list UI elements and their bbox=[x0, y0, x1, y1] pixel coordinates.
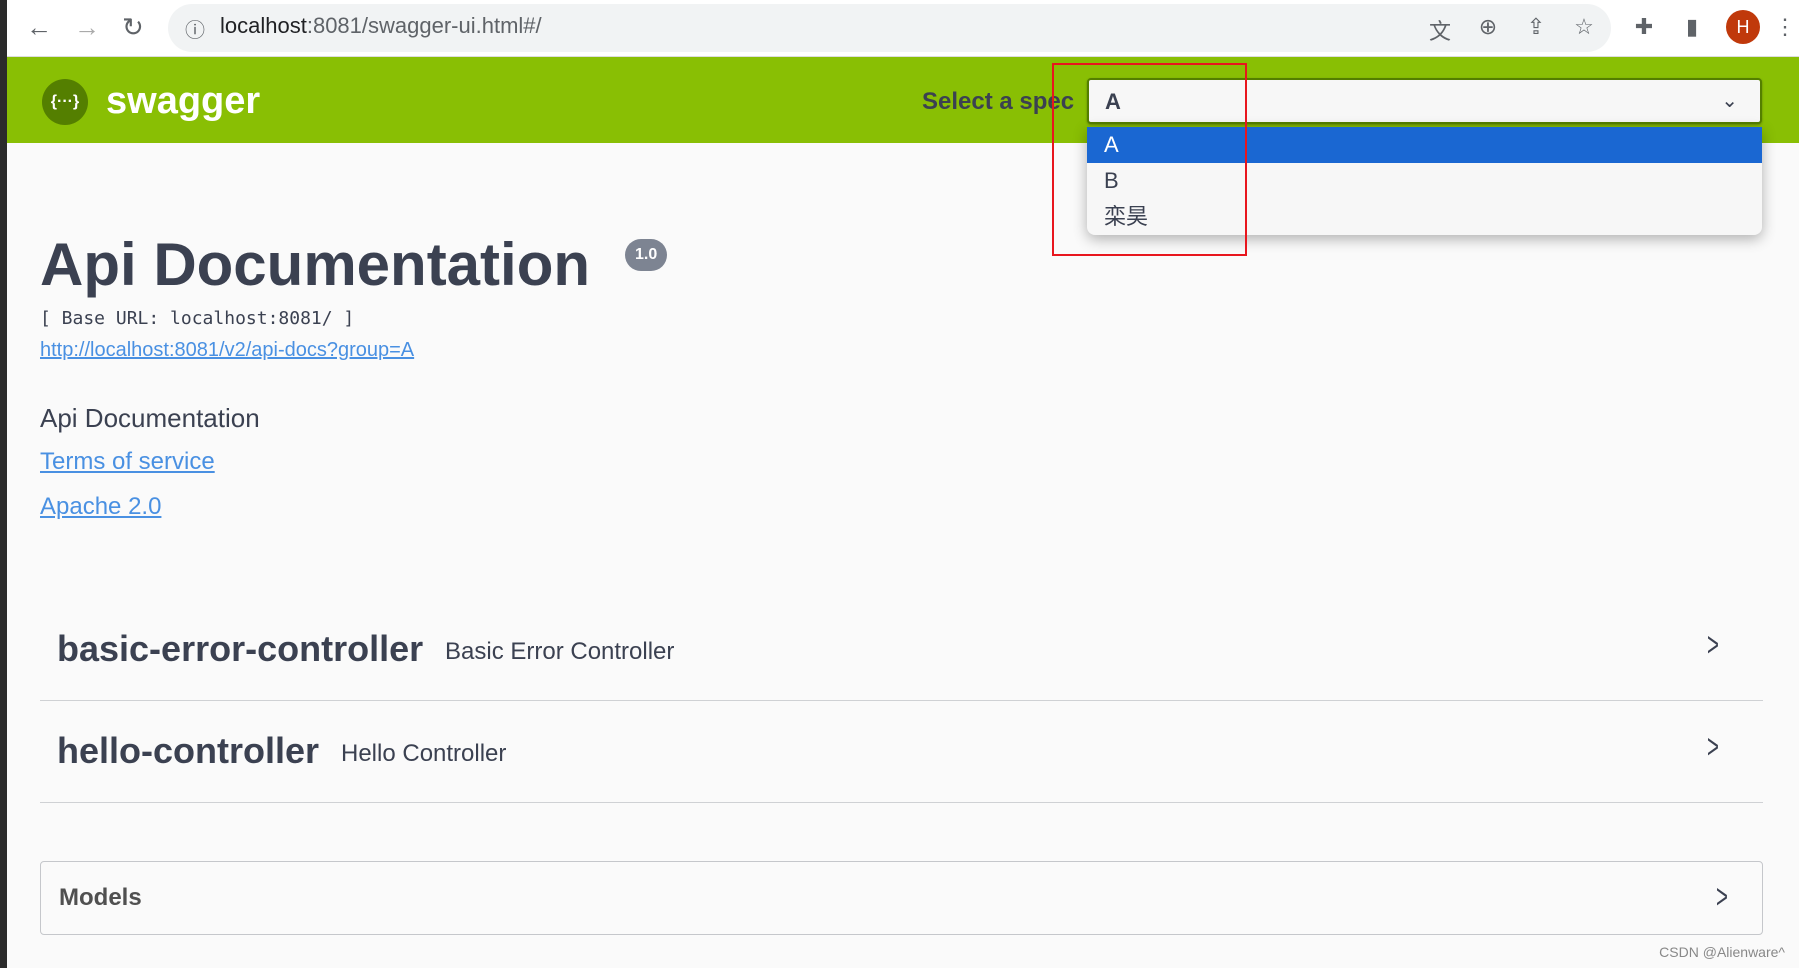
chevron-right-icon: > bbox=[1716, 878, 1729, 916]
api-description: Api Documentation bbox=[40, 403, 260, 433]
share-icon[interactable]: ⇪ bbox=[1522, 14, 1550, 40]
side-panel-icon[interactable]: ▮ bbox=[1678, 14, 1706, 40]
url-host: localhost bbox=[220, 13, 307, 38]
tag-name: basic-error-controller bbox=[57, 628, 424, 669]
base-url: [ Base URL: localhost:8081/ ] bbox=[40, 308, 355, 329]
models-section[interactable]: Models > bbox=[40, 861, 1763, 935]
tag-hello-controller[interactable]: hello-controller Hello Controller > bbox=[40, 702, 1763, 803]
profile-avatar[interactable]: H bbox=[1726, 10, 1760, 44]
zoom-icon[interactable]: ⊕ bbox=[1474, 14, 1502, 40]
menu-icon[interactable]: ⋮ bbox=[1774, 14, 1796, 40]
api-docs-link[interactable]: http://localhost:8081/v2/api-docs?group=… bbox=[40, 339, 414, 362]
chevron-right-icon: > bbox=[1707, 626, 1720, 664]
site-info-icon[interactable]: ⓘ bbox=[185, 14, 205, 43]
chevron-down-icon: ⌄ bbox=[1721, 90, 1738, 112]
url-path: :8081/swagger-ui.html#/ bbox=[306, 13, 542, 38]
swagger-logo-icon[interactable]: {···} bbox=[42, 79, 88, 125]
forward-icon[interactable]: → bbox=[74, 12, 100, 42]
extensions-icon[interactable]: ✚ bbox=[1630, 14, 1658, 40]
highlight-annotation-box bbox=[1052, 63, 1247, 256]
page-title: Api Documentation bbox=[40, 231, 590, 298]
url-text[interactable]: localhost:8081/swagger-ui.html#/ bbox=[220, 13, 542, 39]
tag-basic-error-controller[interactable]: basic-error-controller Basic Error Contr… bbox=[40, 600, 1763, 701]
bookmark-star-icon[interactable]: ☆ bbox=[1570, 14, 1598, 40]
translate-icon[interactable]: 文 bbox=[1426, 14, 1454, 46]
tag-name: hello-controller bbox=[57, 730, 320, 771]
back-icon[interactable]: ← bbox=[26, 12, 52, 42]
license-link[interactable]: Apache 2.0 bbox=[40, 493, 161, 521]
watermark: CSDN @Alienware^ bbox=[1659, 944, 1785, 960]
chevron-right-icon: > bbox=[1707, 728, 1720, 766]
reload-icon[interactable]: ↻ bbox=[122, 12, 144, 42]
tag-description: Hello Controller bbox=[341, 740, 507, 767]
swagger-brand[interactable]: swagger bbox=[106, 80, 260, 123]
tag-description: Basic Error Controller bbox=[445, 638, 675, 665]
terms-of-service-link[interactable]: Terms of service bbox=[40, 448, 215, 476]
models-label: Models bbox=[59, 884, 142, 911]
left-window-edge bbox=[0, 0, 7, 968]
version-badge: 1.0 bbox=[625, 239, 668, 271]
